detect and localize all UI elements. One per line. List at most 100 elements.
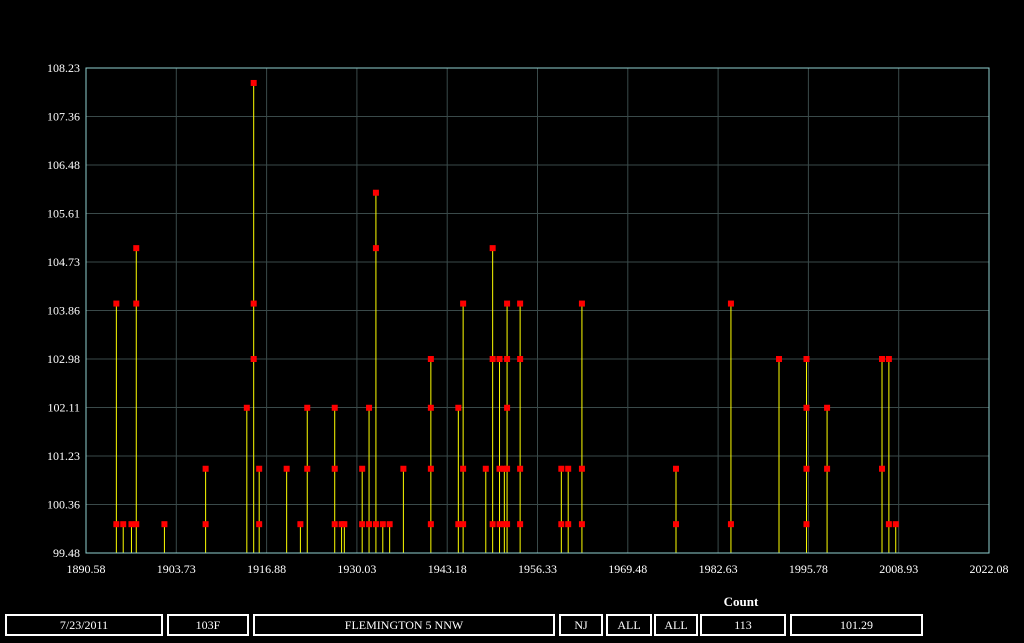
data-point	[776, 356, 783, 362]
data-point	[578, 300, 585, 307]
y-tick-label: 102.11	[47, 401, 80, 415]
data-point	[517, 356, 524, 362]
data-point	[504, 465, 511, 472]
data-point	[283, 465, 290, 472]
data-point	[885, 521, 892, 528]
filter-two-field[interactable]: ALL	[654, 614, 698, 636]
y-tick-label: 106.48	[47, 158, 80, 172]
data-point	[427, 521, 434, 528]
data-point	[517, 465, 524, 472]
temperature-field[interactable]: 103F	[167, 614, 249, 636]
y-tick-label: 104.73	[47, 255, 80, 269]
data-point	[517, 300, 524, 307]
y-tick-label: 100.36	[47, 498, 80, 512]
data-point	[304, 465, 311, 472]
data-point	[256, 465, 263, 472]
y-tick-label: 108.23	[47, 61, 80, 75]
data-point	[673, 521, 680, 528]
x-tick-label: 1943.18	[428, 562, 467, 576]
y-tick-label: 102.98	[47, 352, 80, 366]
filter-one-field[interactable]: ALL	[606, 614, 652, 636]
data-point	[489, 521, 496, 528]
data-point	[803, 465, 810, 472]
y-tick-labels: 99.48 100.36 101.23 102.11 102.98 103.86 104.7…	[47, 61, 80, 560]
data-point	[202, 465, 209, 472]
data-point	[331, 404, 338, 411]
y-tick-label: 101.23	[47, 449, 80, 463]
data-point	[879, 356, 886, 362]
data-point	[455, 404, 462, 411]
data-point	[256, 521, 263, 528]
data-point	[489, 356, 496, 362]
data-point	[386, 521, 393, 528]
data-point	[113, 300, 120, 307]
data-point	[558, 521, 565, 528]
data-point	[803, 404, 810, 411]
data-point	[565, 465, 572, 472]
state-field[interactable]: NJ	[559, 614, 603, 636]
data-point	[727, 521, 734, 528]
data-point	[565, 521, 572, 528]
data-point	[578, 521, 585, 528]
data-point	[250, 79, 257, 86]
grid-lines	[85, 67, 990, 554]
x-tick-label: 1995.78	[789, 562, 828, 576]
data-markers	[113, 79, 899, 528]
data-point	[803, 356, 810, 362]
data-point	[578, 465, 585, 472]
value-field[interactable]: 101.29	[790, 614, 923, 636]
data-point	[161, 521, 168, 528]
data-point	[803, 521, 810, 528]
y-tick-label: 107.36	[47, 110, 80, 124]
data-point	[504, 300, 511, 307]
x-tick-label: 2008.93	[879, 562, 918, 576]
data-point	[727, 300, 734, 307]
data-point	[297, 521, 304, 528]
data-point	[879, 465, 886, 472]
data-point	[359, 465, 366, 472]
data-point	[372, 521, 379, 528]
x-tick-label: 1969.48	[608, 562, 647, 576]
station-field[interactable]: FLEMINGTON 5 NNW	[253, 614, 555, 636]
data-point	[673, 465, 680, 472]
x-tick-label: 1956.33	[518, 562, 557, 576]
data-point	[359, 521, 366, 528]
date-field[interactable]: 7/23/2011	[5, 614, 163, 636]
data-point	[824, 404, 831, 411]
x-tick-label: 1890.58	[67, 562, 106, 576]
data-point	[504, 356, 511, 362]
data-point	[133, 245, 140, 252]
data-point	[250, 300, 257, 307]
count-field[interactable]: 113	[700, 614, 786, 636]
data-point	[202, 521, 209, 528]
data-point	[366, 521, 373, 528]
data-point	[120, 521, 127, 528]
x-tick-label: 1916.88	[247, 562, 286, 576]
data-point	[331, 521, 338, 528]
x-tick-labels: 1890.58 1903.73 1916.88 1930.03 1943.18 1956.…	[67, 562, 1009, 576]
data-point	[482, 465, 489, 472]
data-point	[304, 404, 311, 411]
data-point	[243, 404, 250, 411]
data-point	[558, 465, 565, 472]
data-point	[504, 404, 511, 411]
x-tick-label: 1930.03	[337, 562, 376, 576]
data-point	[400, 465, 407, 472]
data-point	[824, 465, 831, 472]
data-point	[489, 245, 496, 252]
data-point	[460, 465, 467, 472]
data-point	[517, 521, 524, 528]
data-point	[133, 521, 140, 528]
x-tick-label: 2022.08	[970, 562, 1009, 576]
data-point	[379, 521, 386, 528]
data-point	[113, 521, 120, 528]
data-point	[331, 465, 338, 472]
data-point	[427, 356, 434, 362]
data-point	[250, 356, 257, 362]
data-point	[372, 189, 379, 196]
data-point	[496, 356, 503, 362]
y-tick-label: 105.61	[47, 207, 80, 221]
data-point	[427, 404, 434, 411]
data-point	[427, 465, 434, 472]
data-point	[504, 521, 511, 528]
